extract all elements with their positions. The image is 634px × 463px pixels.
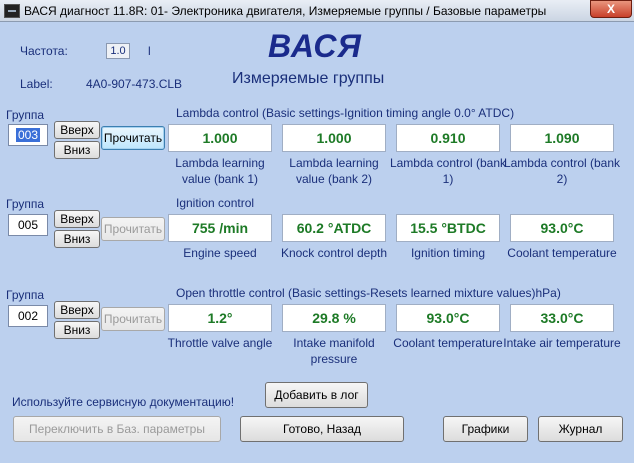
group-2-number-input[interactable]: 005 [8,214,48,236]
journal-button[interactable]: Журнал [538,416,623,442]
group-2-label: Группа [6,197,45,211]
group-2-title: Ignition control [176,196,255,210]
group-3-label: Группа [6,288,45,302]
group-2-field-3-value: 15.5 °BTDC [396,214,500,242]
group-3-read-button[interactable]: Прочитать [101,307,165,331]
group-3-field-1-value: 1.2° [168,304,272,332]
group-1-field-3-value: 0.910 [396,124,500,152]
close-button[interactable]: X [590,0,632,18]
label-caption: Label: [20,77,53,91]
group-3-field-3-desc: Coolant temperature [393,336,503,350]
group-3-field-2-value: 29.8 % [282,304,386,332]
group-1-field-1-value: 1.000 [168,124,272,152]
switch-basic-settings-button[interactable]: Переключить в Баз. параметры [13,416,221,442]
group-2-field-1-value: 755 /min [168,214,272,242]
group-1-field-2-value: 1.000 [282,124,386,152]
group-2-up-button[interactable]: Вверх [54,210,100,228]
app-icon [4,4,20,18]
group-1-field-2-desc: Lambda learning value (bank 2) [289,156,379,186]
group-1-read-button[interactable]: Прочитать [101,126,165,150]
group-2-field-4-desc: Coolant temperature [507,246,617,260]
group-2-field-1-desc: Engine speed [183,246,257,260]
group-1-label: Группа [6,108,45,122]
group-2-field-4-value: 93.0°C [510,214,614,242]
done-back-button[interactable]: Готово, Назад [240,416,404,442]
group-3-title: Open throttle control (Basic settings-Re… [176,286,561,300]
brand-logo: ВАСЯ [268,28,362,64]
group-3-field-1-desc: Throttle valve angle [167,336,273,350]
window-title: ВАСЯ диагност 11.8R: 01- Электроника дви… [24,4,547,18]
title-bar: ВАСЯ диагност 11.8R: 01- Электроника дви… [0,0,634,22]
group-2-field-2-desc: Knock control depth [280,246,388,260]
group-1-up-button[interactable]: Вверх [54,121,100,139]
group-1-field-3-desc: Lambda control (bank 1) [389,156,507,186]
page-subtitle: Измеряемые группы [232,70,385,87]
freq-value: 1.0 [106,43,130,59]
group-1-field-1-desc: Lambda learning value (bank 1) [175,156,265,186]
add-to-log-button[interactable]: Добавить в лог [265,382,368,408]
group-3-down-button[interactable]: Вниз [54,321,100,339]
group-1-field-4-value: 1.090 [510,124,614,152]
freq-unit: l [148,44,151,58]
group-1-down-button[interactable]: Вниз [54,141,100,159]
group-1-number: 003 [15,128,41,142]
group-3-field-2-desc: Intake manifold pressure [293,336,375,366]
graphs-button[interactable]: Графики [443,416,528,442]
label-value: 4A0-907-473.CLB [86,77,183,91]
group-1-number-input[interactable]: 003 [8,124,48,146]
group-1-field-4-desc: Lambda control (bank 2) [503,156,621,186]
group-3-number-input[interactable]: 002 [8,305,48,327]
documentation-hint: Используйте сервисную документацию! [12,395,235,409]
group-3-field-3-value: 93.0°C [396,304,500,332]
group-2-field-2-value: 60.2 °ATDC [282,214,386,242]
group-3-field-4-desc: Intake air temperature [503,336,621,350]
freq-label: Частота: [20,44,68,58]
group-2-field-3-desc: Ignition timing [410,246,486,260]
group-3-field-4-value: 33.0°C [510,304,614,332]
group-2-down-button[interactable]: Вниз [54,230,100,248]
group-2-read-button[interactable]: Прочитать [101,217,165,241]
group-3-up-button[interactable]: Вверх [54,301,100,319]
group-1-title: Lambda control (Basic settings-Ignition … [176,106,515,120]
